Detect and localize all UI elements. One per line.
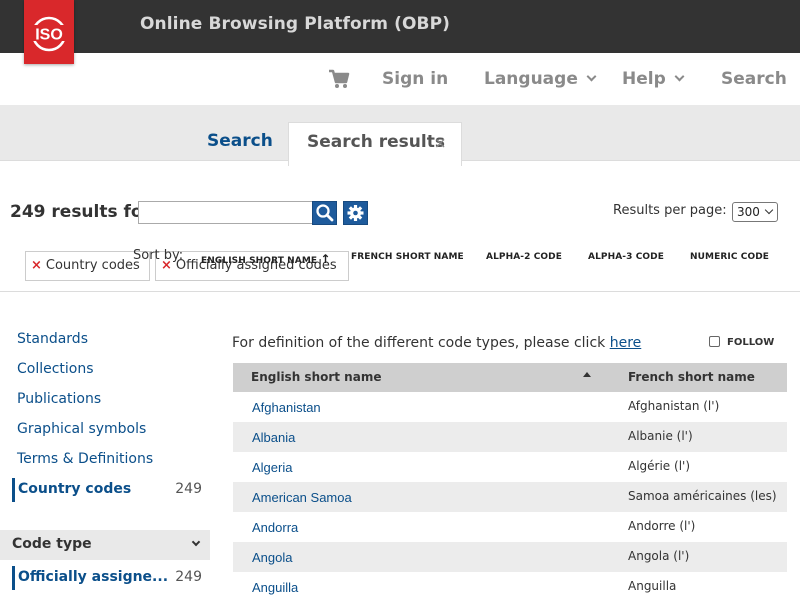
iso-logo[interactable]: ISO [24, 0, 74, 64]
results-per-page-label: Results per page: [613, 203, 727, 218]
sidebar-item-collections[interactable]: Collections [17, 361, 94, 377]
sort-numeric-code[interactable]: NUMERIC CODE [690, 252, 769, 262]
sort-alpha-3-code[interactable]: ALPHA-3 CODE [588, 252, 664, 262]
follow-toggle[interactable]: FOLLOW [709, 336, 774, 348]
results-table: English short name French short name Afg… [233, 363, 787, 600]
follow-checkbox[interactable] [709, 336, 720, 347]
language-menu[interactable]: Language [484, 67, 597, 91]
filter-chip-country-codes[interactable]: × Country codes [25, 251, 150, 281]
sidebar-item-country-codes[interactable]: Country codes 249 [12, 478, 202, 502]
search-button[interactable] [312, 201, 337, 225]
results-per-page-select[interactable]: 300 [732, 202, 778, 222]
facet-item-count: 249 [175, 569, 202, 585]
tab-search[interactable]: Search [207, 131, 273, 151]
follow-label: FOLLOW [727, 337, 775, 348]
sort-ascending-icon[interactable] [583, 372, 591, 377]
french-name: Andorre (l') [628, 519, 696, 533]
table-row: Angola Angola (l') [233, 542, 787, 572]
sidebar-item-count: 249 [175, 481, 202, 497]
country-link[interactable]: American Samoa [252, 490, 352, 505]
country-link[interactable]: Albania [252, 430, 295, 445]
sidebar-item-graphical-symbols[interactable]: Graphical symbols [17, 421, 146, 437]
sort-by-label: Sort by: [133, 248, 184, 263]
definition-text: For definition of the different code typ… [232, 335, 610, 351]
app-title: Online Browsing Platform (OBP) [140, 14, 451, 34]
table-header: English short name French short name [233, 363, 787, 392]
shopping-cart-icon[interactable] [328, 69, 350, 89]
facet-item-label: Officially assigne... [18, 569, 169, 585]
results-count: 249 results for [10, 202, 151, 222]
column-header-english[interactable]: English short name [251, 370, 381, 384]
settings-button[interactable] [343, 201, 368, 225]
definition-link[interactable]: here [610, 335, 642, 351]
tab-bar: Search Search results × [0, 105, 800, 166]
country-link[interactable]: Anguilla [252, 580, 298, 595]
facet-code-type-header[interactable]: Code type [0, 530, 210, 560]
column-header-french[interactable]: French short name [628, 370, 755, 384]
sort-arrow-icon: ↑ [320, 252, 331, 266]
facet-item-officially-assigned[interactable]: Officially assigne... 249 [12, 566, 202, 590]
language-label: Language [484, 69, 578, 89]
search-icon [316, 204, 334, 222]
divider [0, 291, 800, 292]
table-row: Afghanistan Afghanistan (l') [233, 392, 787, 422]
close-icon[interactable]: × [434, 134, 447, 152]
table-row: Andorra Andorre (l') [233, 512, 787, 542]
search-link[interactable]: Search [721, 67, 787, 91]
filter-chip-label: Country codes [45, 258, 140, 273]
remove-filter-icon[interactable]: × [31, 258, 42, 273]
sign-in-link[interactable]: Sign in [382, 67, 448, 91]
chevron-down-icon [191, 537, 201, 547]
tab-search-results-label: Search results [307, 132, 445, 152]
table-row: Anguilla Anguilla [233, 572, 787, 600]
country-link[interactable]: Algeria [252, 460, 292, 475]
french-name: Algérie (l') [628, 459, 691, 473]
french-name: Afghanistan (l') [628, 399, 720, 413]
help-label: Help [622, 69, 666, 89]
gear-icon [347, 205, 364, 221]
sidebar-item-standards[interactable]: Standards [17, 331, 88, 347]
country-link[interactable]: Andorra [252, 520, 298, 535]
definition-note: For definition of the different code typ… [232, 335, 641, 351]
sidebar-item-label: Country codes [18, 481, 132, 497]
french-name: Albanie (l') [628, 429, 693, 443]
french-name: Angola (l') [628, 549, 690, 563]
sort-alpha-2-code[interactable]: ALPHA-2 CODE [486, 252, 562, 262]
search-input[interactable] [138, 201, 313, 224]
secondary-nav: Sign in Language Help Search [0, 53, 800, 105]
table-row: American Samoa Samoa américaines (les) [233, 482, 787, 512]
sidebar-item-terms-definitions[interactable]: Terms & Definitions [17, 451, 153, 467]
chevron-down-icon [674, 71, 685, 82]
country-link[interactable]: Angola [252, 550, 292, 565]
sidebar-item-publications[interactable]: Publications [17, 391, 101, 407]
sort-english-short-name[interactable]: ENGLISH SHORT NAME ↑ [201, 252, 331, 266]
tab-search-results[interactable]: Search results × [288, 122, 462, 166]
chevron-down-icon [764, 205, 774, 215]
table-row: Algeria Algérie (l') [233, 452, 787, 482]
results-per-page-value: 300 [737, 205, 760, 219]
french-name: Samoa américaines (les) [628, 489, 777, 503]
help-menu[interactable]: Help [622, 67, 685, 91]
facet-title: Code type [12, 536, 92, 552]
french-name: Anguilla [628, 579, 677, 593]
table-row: Albania Albanie (l') [233, 422, 787, 452]
logo-text: ISO [35, 27, 63, 44]
chevron-down-icon [586, 71, 597, 82]
country-link[interactable]: Afghanistan [252, 400, 321, 415]
sort-french-short-name[interactable]: FRENCH SHORT NAME [351, 252, 464, 262]
sort-column-label: ENGLISH SHORT NAME [201, 256, 318, 266]
